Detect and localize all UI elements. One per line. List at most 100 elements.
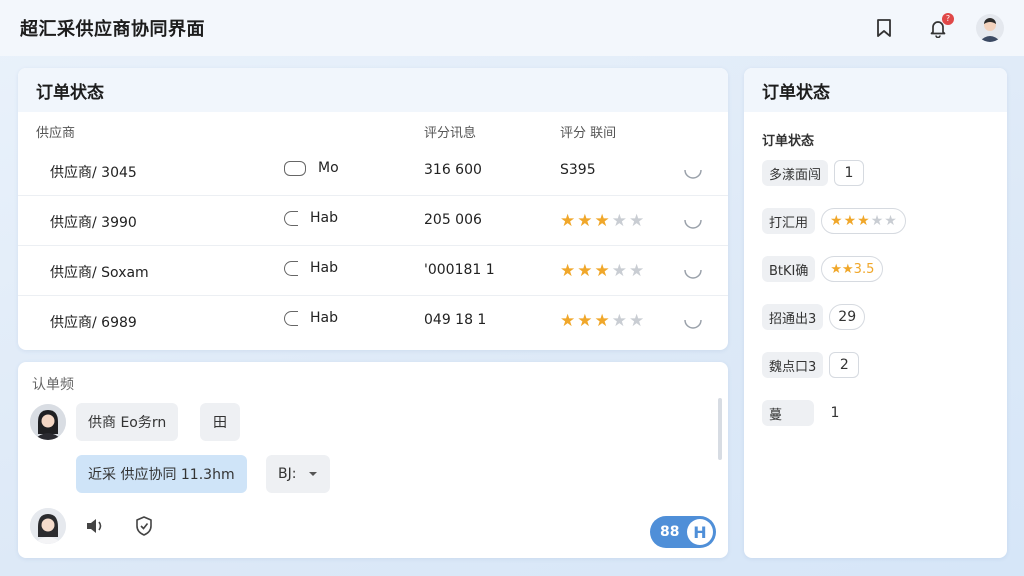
notification-bell-icon[interactable]: ?	[922, 12, 954, 44]
tag-label: Hab	[310, 310, 338, 326]
rating-stars: ★ ★ ★ ★ ★	[830, 214, 897, 228]
rating-stars: ★ ★ ★ ★ ★	[560, 212, 644, 230]
star-filled-icon: ★	[577, 261, 593, 281]
side-title: 订单状态	[744, 68, 1007, 112]
tag-cell: Hab	[284, 310, 338, 326]
star-empty-icon: ★	[629, 211, 645, 231]
status-item[interactable]: BtKI确 ★★3.5	[762, 254, 884, 284]
table-row[interactable]: 供应商/ 3990 Hab 205 006 ★ ★ ★ ★ ★	[18, 196, 728, 246]
side-panel: 订单状态 订单状态 多漾面闯 1 打汇用 ★ ★ ★ ★ ★ BtKI确 ★★3.5 招…	[744, 68, 1007, 558]
star-filled-icon: ★	[830, 213, 843, 229]
status-label: 蔓	[762, 400, 814, 426]
status-rating-value: ★★3.5	[821, 256, 884, 282]
star-empty-icon: ★	[611, 261, 627, 281]
loading-spinner-icon[interactable]	[682, 309, 704, 335]
status-rating: ★ ★ ★ ★ ★	[821, 208, 906, 234]
chevron-down-icon	[309, 472, 318, 476]
tag-label: Mo	[318, 160, 339, 176]
star-filled-icon: ★	[594, 261, 610, 281]
star-empty-icon: ★	[870, 213, 884, 229]
column-header-supplier: 供应商	[36, 126, 76, 141]
tag-icon	[284, 210, 298, 226]
star-empty-icon: ★	[629, 311, 645, 331]
status-item[interactable]: 多漾面闯 1	[762, 158, 865, 188]
star-filled-icon: ★	[560, 211, 576, 231]
supplier-name: 供应商/ Soxam	[50, 265, 149, 281]
score-value: 316 600	[424, 162, 482, 178]
notification-badge: ?	[942, 13, 954, 25]
status-label: 打汇用	[762, 208, 816, 234]
star-filled-icon: ★	[560, 261, 576, 281]
status-count: 1	[834, 160, 865, 186]
table-row[interactable]: 供应商/ Soxam Hab '000181 1 ★ ★ ★ ★ ★	[18, 246, 728, 296]
column-header-score: 评分讯息	[424, 126, 477, 141]
tag-icon	[284, 160, 306, 176]
status-item[interactable]: 魏点口3 2	[762, 350, 860, 380]
tag-label: Hab	[310, 260, 338, 276]
star-filled-icon: ★	[594, 211, 610, 231]
side-subtitle: 订单状态	[762, 134, 815, 149]
chat-label: 认单频	[32, 377, 74, 393]
mode-toggle[interactable]: 88 H	[650, 516, 716, 548]
tag-icon	[284, 260, 298, 276]
rating-stars: ★ ★ ★ ★ ★	[560, 312, 644, 330]
tag-icon	[284, 310, 298, 326]
shield-icon[interactable]	[132, 514, 156, 538]
loading-spinner-icon[interactable]	[682, 259, 704, 285]
chat-card: 认单频 供商 Eo务rn 田 近采 供应协同 11.3hm BJ: 88 H	[18, 362, 728, 558]
status-count: 2	[829, 352, 860, 378]
loading-spinner-icon[interactable]	[682, 209, 704, 235]
status-count: 1	[830, 405, 840, 421]
orders-card: 订单状态 供应商 评分讯息 评分 联间 供应商/ 3045 Mo 316 600…	[18, 68, 728, 350]
chat-select-value: BJ:	[278, 466, 297, 482]
supplier-avatar	[30, 404, 66, 440]
table-header: 供应商 评分讯息 评分 联间	[18, 122, 728, 142]
star-empty-icon: ★	[611, 311, 627, 331]
table-row[interactable]: 供应商/ 3045 Mo 316 600 S395	[18, 146, 728, 196]
top-bar: 超汇采供应商协同界面 ?	[0, 0, 1024, 56]
tag-cell: Hab	[284, 260, 338, 276]
star-empty-icon: ★	[611, 211, 627, 231]
tag-label: Hab	[310, 210, 338, 226]
star-filled-icon: ★	[577, 311, 593, 331]
tag-cell: Hab	[284, 210, 338, 226]
status-count: 29	[829, 304, 866, 330]
status-label: BtKI确	[762, 256, 816, 282]
message-action-button[interactable]: 田	[200, 403, 240, 441]
top-actions: ?	[868, 12, 1004, 44]
star-filled-icon: ★	[577, 211, 593, 231]
toggle-knob: H	[687, 519, 713, 545]
star-filled-icon: ★	[843, 213, 857, 229]
rating-stars: ★ ★ ★ ★ ★	[560, 262, 644, 280]
table-row[interactable]: 供应商/ 6989 Hab 049 18 1 ★ ★ ★ ★ ★	[18, 296, 728, 346]
status-item[interactable]: 蔓 1	[762, 398, 850, 428]
star-empty-icon: ★	[629, 261, 645, 281]
score-value: '000181 1	[424, 262, 495, 278]
voice-icon[interactable]	[84, 514, 108, 538]
score-value: 205 006	[424, 212, 482, 228]
supplier-name: 供应商/ 3990	[50, 215, 137, 231]
column-header-time: 评分 联间	[560, 126, 617, 141]
time-value: S395	[560, 162, 596, 178]
star-filled-icon: ★	[857, 213, 870, 229]
star-empty-icon: ★	[884, 213, 897, 229]
tag-cell: Mo	[284, 160, 339, 176]
status-item[interactable]: 招通出3 29	[762, 302, 866, 332]
score-value: 049 18 1	[424, 312, 487, 328]
app-title: 超汇采供应商协同界面	[20, 19, 205, 40]
user-avatar[interactable]	[976, 14, 1004, 42]
rating-value: ★★3.5	[830, 261, 875, 277]
bookmark-icon[interactable]	[868, 12, 900, 44]
status-item[interactable]: 打汇用 ★ ★ ★ ★ ★	[762, 206, 906, 236]
star-filled-icon: ★	[560, 311, 576, 331]
status-label: 招通出3	[762, 304, 824, 330]
orders-title: 订单状态	[18, 68, 728, 112]
loading-spinner-icon[interactable]	[682, 159, 704, 185]
chat-message-2: 近采 供应协同 11.3hm	[76, 455, 247, 493]
star-filled-icon: ★	[594, 311, 610, 331]
chat-message-1: 供商 Eo务rn	[76, 403, 179, 441]
status-label: 魏点口3	[762, 352, 824, 378]
toggle-label: 88	[660, 524, 680, 540]
chat-scrollbar[interactable]	[718, 398, 722, 460]
chat-select[interactable]: BJ:	[266, 455, 331, 493]
